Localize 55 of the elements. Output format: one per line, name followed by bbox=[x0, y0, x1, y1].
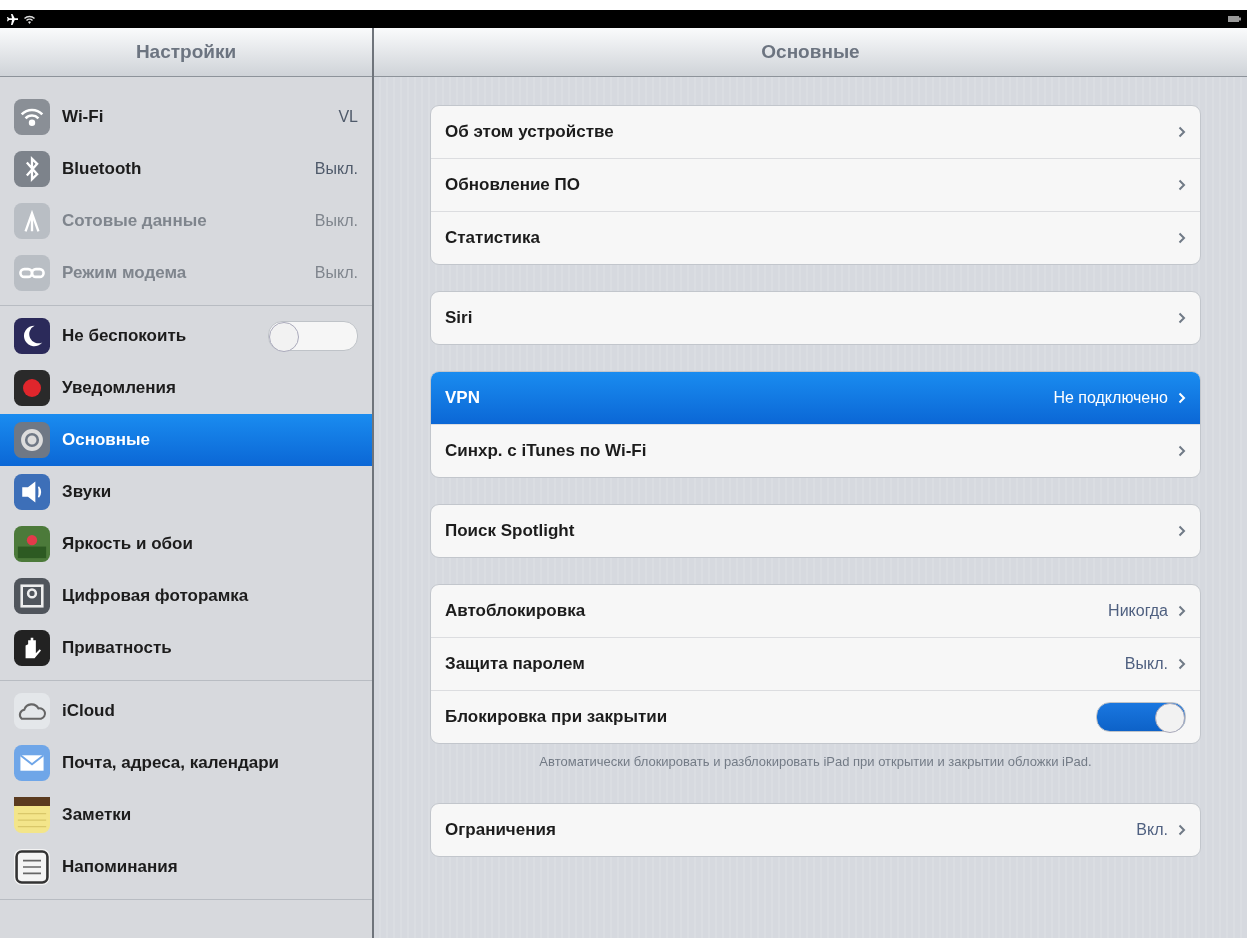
notepad-icon bbox=[14, 797, 50, 833]
sidebar-item[interactable]: Цифровая фоторамка bbox=[0, 570, 372, 622]
sidebar-item[interactable]: Почта, адреса, календари bbox=[0, 737, 372, 789]
settings-row[interactable]: Ограничения Вкл. bbox=[431, 804, 1200, 856]
sidebar-item[interactable]: Wi-Fi VL bbox=[0, 91, 372, 143]
chevron-icon bbox=[1178, 445, 1186, 457]
sidebar-item[interactable]: iCloud bbox=[0, 685, 372, 737]
checklist-icon bbox=[14, 849, 50, 885]
chain-icon bbox=[14, 255, 50, 291]
airplane-icon bbox=[6, 13, 18, 25]
settings-row[interactable]: Автоблокировка Никогда bbox=[431, 585, 1200, 637]
cloud-icon bbox=[14, 693, 50, 729]
settings-row[interactable]: Siri bbox=[431, 292, 1200, 344]
chevron-icon bbox=[1178, 605, 1186, 617]
settings-row[interactable]: Синхр. с iTunes по Wi-Fi bbox=[431, 424, 1200, 477]
settings-row[interactable]: Статистика bbox=[431, 211, 1200, 264]
settings-row[interactable]: Поиск Spotlight bbox=[431, 505, 1200, 557]
chevron-icon bbox=[1178, 232, 1186, 244]
sidebar-item[interactable]: Уведомления bbox=[0, 362, 372, 414]
envelope-icon bbox=[14, 745, 50, 781]
sidebar-item[interactable]: Bluetooth Выкл. bbox=[0, 143, 372, 195]
chevron-icon bbox=[1178, 179, 1186, 191]
settings-row[interactable]: Блокировка при закрытии bbox=[431, 690, 1200, 743]
antenna-icon bbox=[14, 203, 50, 239]
chevron-icon bbox=[1178, 824, 1186, 836]
chevron-icon bbox=[1178, 658, 1186, 670]
chevron-icon bbox=[1178, 312, 1186, 324]
hand-icon bbox=[14, 630, 50, 666]
sidebar-item[interactable]: Напоминания bbox=[0, 841, 372, 893]
sidebar-item[interactable]: Не беспокоить bbox=[0, 310, 372, 362]
nav-title: Основные bbox=[761, 41, 860, 63]
record-icon bbox=[14, 370, 50, 406]
sidebar-item[interactable]: Основные bbox=[0, 414, 372, 466]
nav-title: Настройки bbox=[135, 41, 237, 63]
chevron-icon bbox=[1178, 525, 1186, 537]
sidebar-item[interactable]: Яркость и обои bbox=[0, 518, 372, 570]
settings-row[interactable]: Об этом устройстве bbox=[431, 106, 1200, 158]
wifi-icon bbox=[14, 99, 50, 135]
battery-icon bbox=[1228, 16, 1241, 22]
bluetooth-icon bbox=[14, 151, 50, 187]
settings-row[interactable]: VPN Не подключено bbox=[431, 372, 1200, 424]
footnote-text: Автоматически блокировать и разблокировать iPad при открытии и закрытии обложки iPad. bbox=[538, 754, 1093, 769]
wifi-signal-icon bbox=[24, 14, 35, 24]
settings-row[interactable]: Защита паролем Выкл. bbox=[431, 637, 1200, 690]
sidebar-item[interactable]: Звуки bbox=[0, 466, 372, 518]
speaker-icon bbox=[14, 474, 50, 510]
toggle-switch[interactable] bbox=[1096, 702, 1186, 732]
toggle-switch[interactable] bbox=[268, 321, 358, 351]
settings-row[interactable]: Обновление ПО bbox=[431, 158, 1200, 211]
sidebar-item[interactable]: Приватность bbox=[0, 622, 372, 674]
sidebar-item[interactable]: Заметки bbox=[0, 789, 372, 841]
chevron-icon bbox=[1178, 126, 1186, 138]
chevron-icon bbox=[1178, 392, 1186, 404]
moon-icon bbox=[14, 318, 50, 354]
photo-frame-icon bbox=[14, 578, 50, 614]
